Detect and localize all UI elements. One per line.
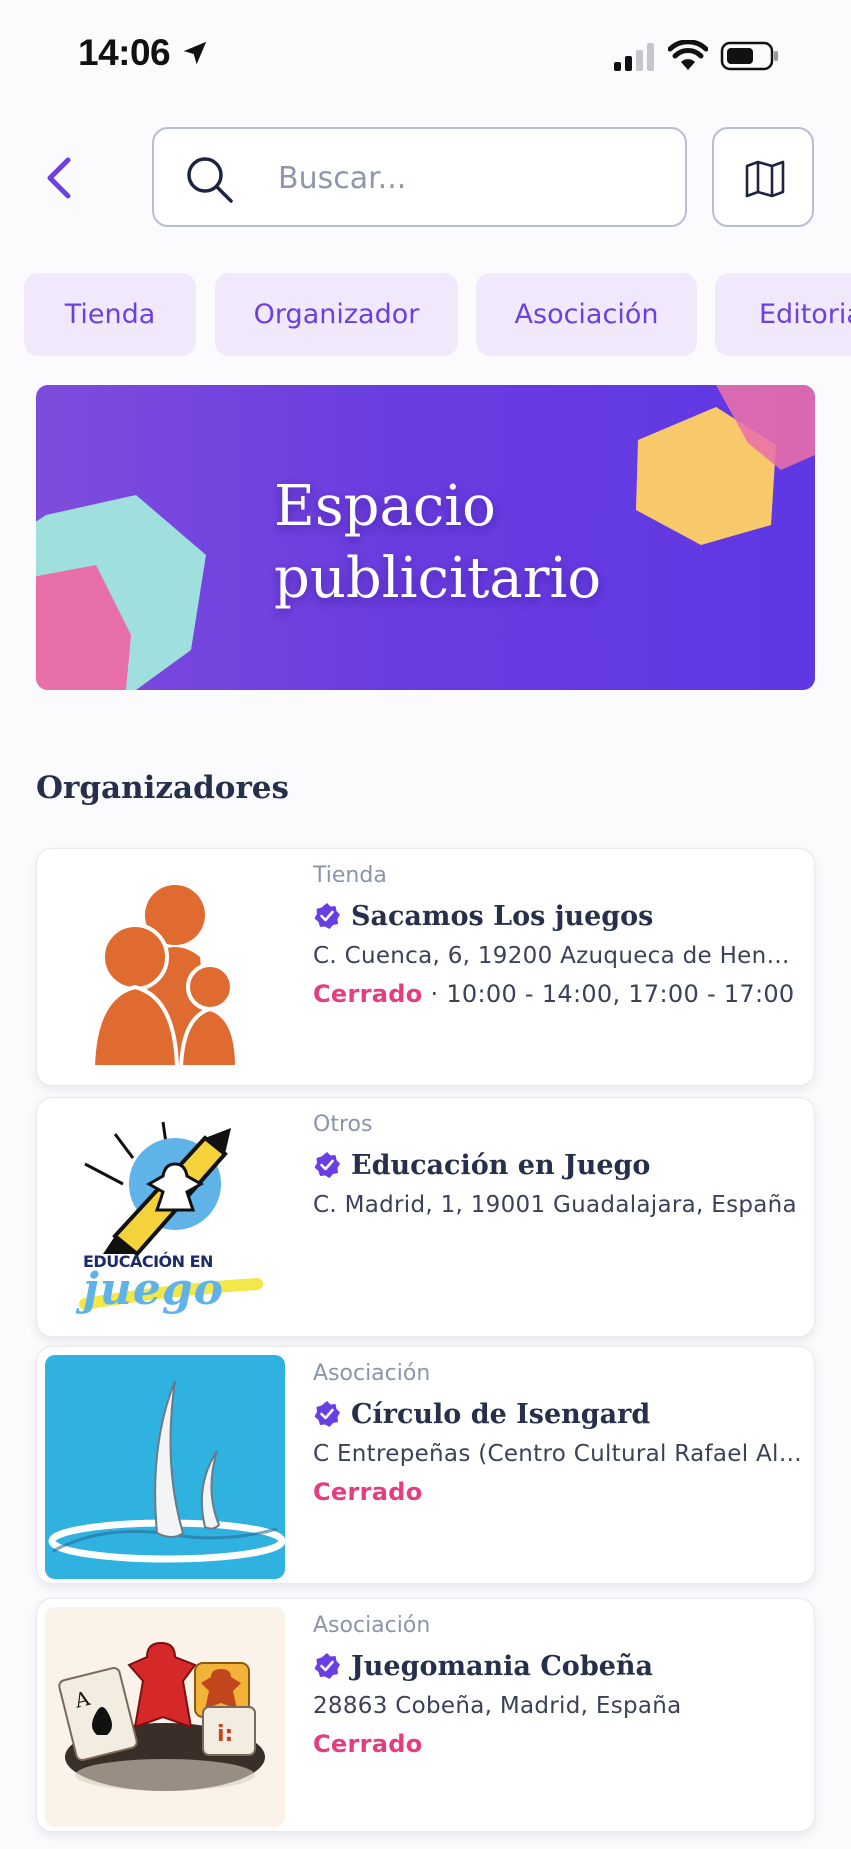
organizer-card[interactable]: A i: Asociación Juegomania Cobeña 28863 …	[36, 1598, 815, 1832]
organizer-address: C. Madrid, 1, 19001 Guadalajara, España	[313, 1192, 797, 1218]
verified-badge-icon	[314, 1401, 340, 1427]
organizer-card[interactable]: Tienda Sacamos Los juegos C. Cuenca, 6, …	[36, 848, 815, 1086]
chip-organizador[interactable]: Organizador	[215, 273, 458, 356]
back-chevron-icon[interactable]	[40, 150, 80, 206]
organizer-name: Sacamos Los juegos	[351, 900, 654, 932]
chip-editorial[interactable]: Editorial	[715, 273, 851, 356]
organizer-card[interactable]: EDUCACIÓN EN juego Otros Educación en Ju…	[36, 1097, 815, 1337]
organizer-category: Tienda	[313, 863, 387, 888]
status-closed: Cerrado	[313, 1478, 423, 1506]
opening-hours: 10:00 - 14:00, 17:00 - 17:00	[446, 980, 795, 1008]
organizer-card[interactable]: Asociación Círculo de Isengard C Entrepe…	[36, 1346, 815, 1584]
section-title: Organizadores	[36, 770, 289, 806]
ad-banner[interactable]: Espacio publicitario	[36, 385, 815, 690]
verified-badge-icon	[314, 903, 340, 929]
status-bar: 14:06	[0, 0, 851, 100]
search-input[interactable]	[278, 151, 658, 205]
separator-dot: ·	[430, 980, 439, 1008]
organizer-name: Juegomania Cobeña	[351, 1650, 653, 1682]
status-time: 14:06	[78, 32, 171, 73]
organizer-name: Círculo de Isengard	[351, 1398, 651, 1430]
svg-text:i:: i:	[217, 1722, 233, 1747]
organizer-name: Educación en Juego	[351, 1149, 651, 1181]
location-arrow-icon	[183, 41, 207, 65]
logo-text-bottom: juego	[83, 1264, 225, 1315]
map-button[interactable]	[712, 127, 814, 227]
category-filter-chips: Tienda Organizador Asociación Editorial	[24, 273, 851, 356]
wifi-icon	[668, 40, 708, 70]
organizer-logo: A i:	[45, 1607, 285, 1827]
search-icon	[187, 157, 233, 203]
banner-line-2: publicitario	[274, 546, 602, 611]
organizer-address: C. Cuenca, 6, 19200 Azuqueca de Henares	[313, 943, 803, 969]
map-icon	[745, 160, 785, 198]
banner-text: Espacio publicitario	[274, 471, 694, 615]
banner-line-1: Espacio	[274, 474, 496, 539]
chip-tienda[interactable]: Tienda	[24, 273, 196, 356]
battery-icon	[720, 41, 778, 71]
signal-icon	[614, 43, 654, 71]
organizer-address: C Entrepeñas (Centro Cultural Rafael Alb…	[313, 1441, 803, 1467]
verified-badge-icon	[314, 1653, 340, 1679]
organizer-address: 28863 Cobeña, Madrid, España	[313, 1693, 682, 1719]
chip-asociacion[interactable]: Asociación	[476, 273, 697, 356]
organizer-category: Otros	[313, 1112, 373, 1137]
organizer-logo: EDUCACIÓN EN juego	[45, 1106, 285, 1330]
search-bar[interactable]	[152, 127, 687, 227]
status-closed: Cerrado	[313, 980, 423, 1008]
status-closed: Cerrado	[313, 1730, 423, 1758]
organizer-logo	[45, 857, 285, 1079]
organizer-logo	[45, 1355, 285, 1579]
verified-badge-icon	[314, 1152, 340, 1178]
organizer-category: Asociación	[313, 1613, 431, 1638]
organizer-category: Asociación	[313, 1361, 431, 1386]
